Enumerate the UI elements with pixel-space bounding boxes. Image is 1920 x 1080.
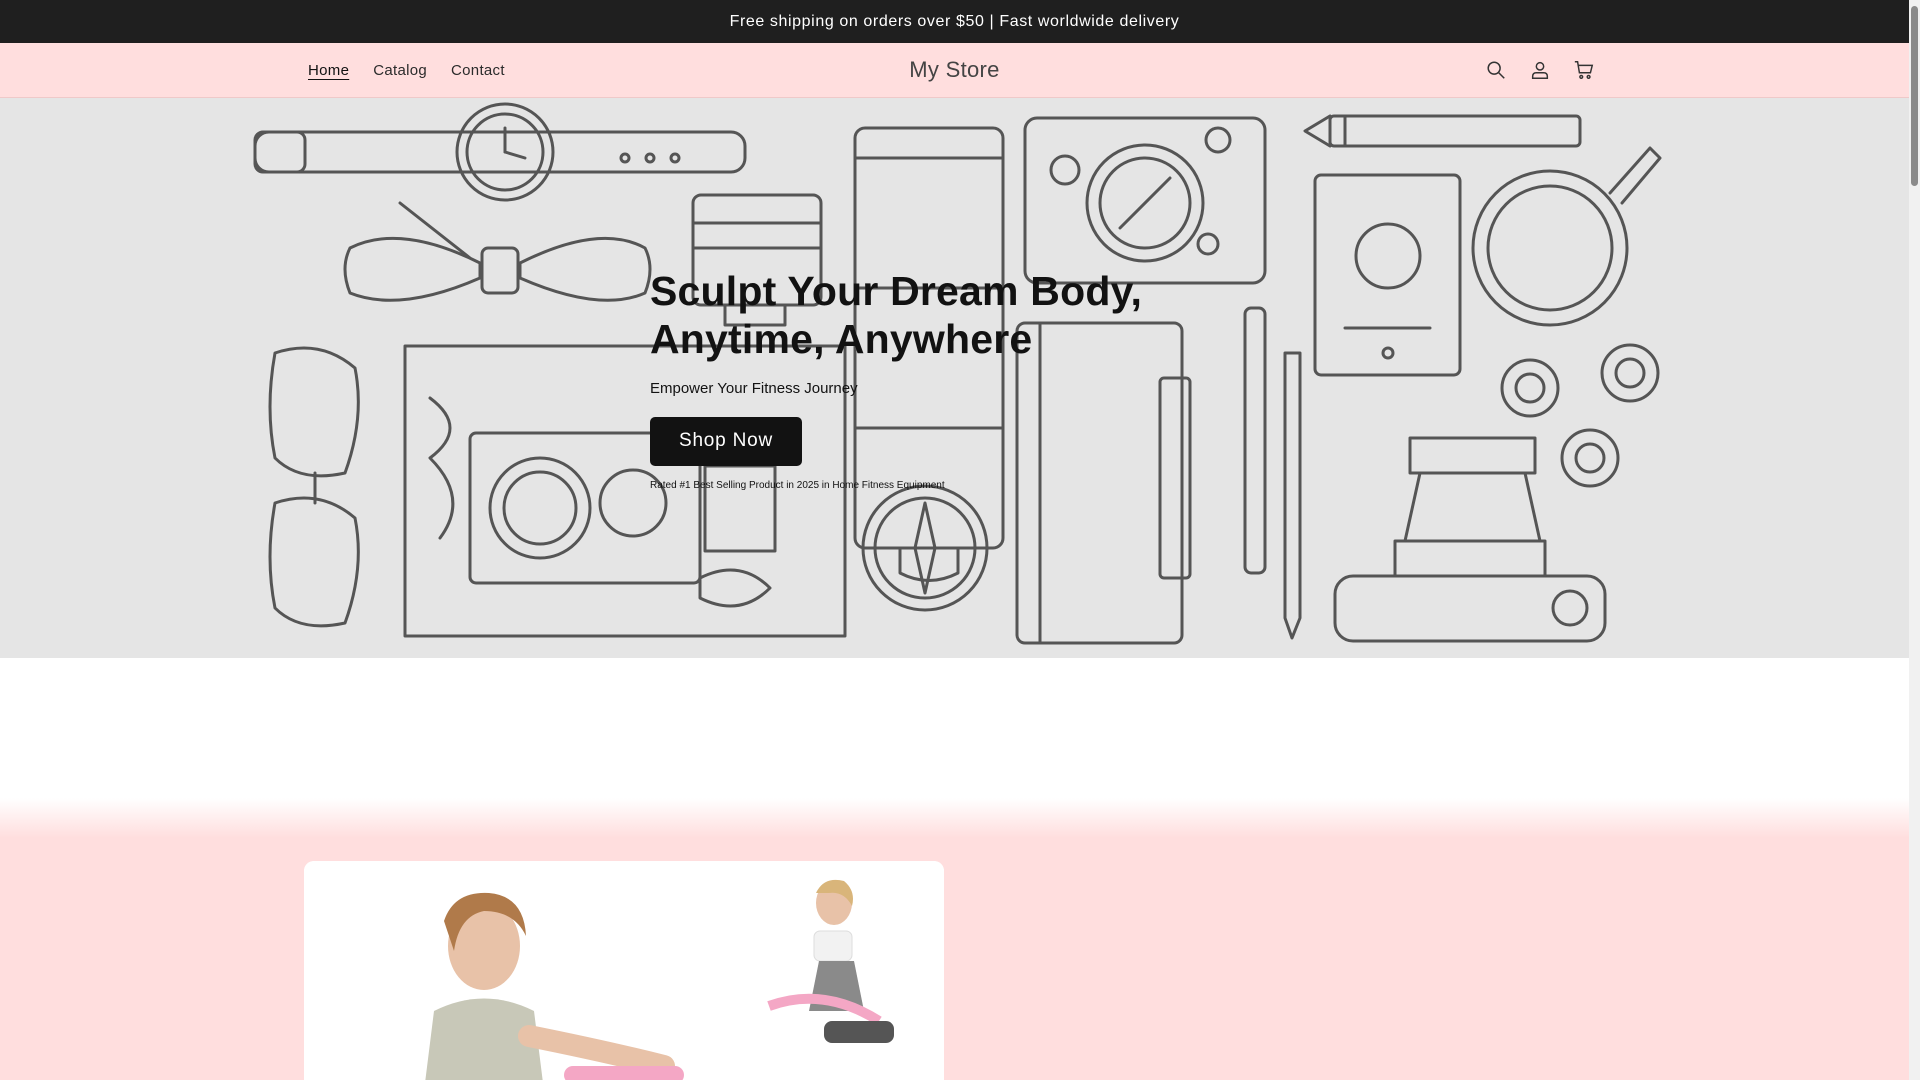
page-scrollbar[interactable] <box>1909 0 1920 1080</box>
watch-illustration <box>253 102 747 202</box>
scrollbar-thumb[interactable] <box>1911 6 1918 186</box>
account-button[interactable] <box>1525 55 1555 85</box>
header-icons <box>1481 43 1599 97</box>
sunglasses-illustration <box>268 346 360 628</box>
pan-illustration <box>1471 146 1662 327</box>
nav-catalog[interactable]: Catalog <box>361 62 439 79</box>
account-icon <box>1531 61 1549 79</box>
camera-illustration <box>1023 116 1267 285</box>
site-header: Home Catalog Contact My Store <box>0 43 1909 98</box>
search-icon <box>1487 61 1505 79</box>
announcement-text: Free shipping on orders over $50 | Fast … <box>729 12 1180 30</box>
passport-illustration <box>1313 173 1462 377</box>
hero-content: Sculpt Your Dream Body, Anytime, Anywher… <box>650 268 1142 491</box>
tape-rolls-illustration <box>1500 343 1660 488</box>
hero-title-line2: Anytime, Anywhere <box>650 315 1033 362</box>
nav-home[interactable]: Home <box>296 62 361 79</box>
nav-contact[interactable]: Contact <box>439 62 517 79</box>
search-button[interactable] <box>1481 55 1511 85</box>
section-spacer <box>0 658 1909 798</box>
hero-rated-text: Rated #1 Best Selling Product in 2025 in… <box>650 479 945 491</box>
cart-button[interactable] <box>1569 55 1599 85</box>
announcement-bar: Free shipping on orders over $50 | Fast … <box>0 0 1909 43</box>
store-logo[interactable]: My Store <box>909 43 999 97</box>
pencil-illustration <box>1303 114 1582 148</box>
page: Free shipping on orders over $50 | Fast … <box>0 0 1909 1080</box>
product-image-card[interactable] <box>304 861 944 1080</box>
pens-illustration <box>1243 306 1302 640</box>
featured-product-section <box>0 798 1909 1080</box>
main-nav: Home Catalog Contact <box>296 43 517 97</box>
hero-title: Sculpt Your Dream Body, Anytime, Anywher… <box>650 268 1142 364</box>
product-image <box>304 861 944 1080</box>
hero-subtitle: Empower Your Fitness Journey <box>650 379 858 397</box>
bowtie-illustration <box>343 201 652 302</box>
shop-now-button[interactable]: Shop Now <box>650 416 802 466</box>
cart-icon <box>1574 61 1594 79</box>
hero-title-line1: Sculpt Your Dream Body, <box>650 268 1143 314</box>
hero-banner: Sculpt Your Dream Body, Anytime, Anywher… <box>0 98 1909 658</box>
